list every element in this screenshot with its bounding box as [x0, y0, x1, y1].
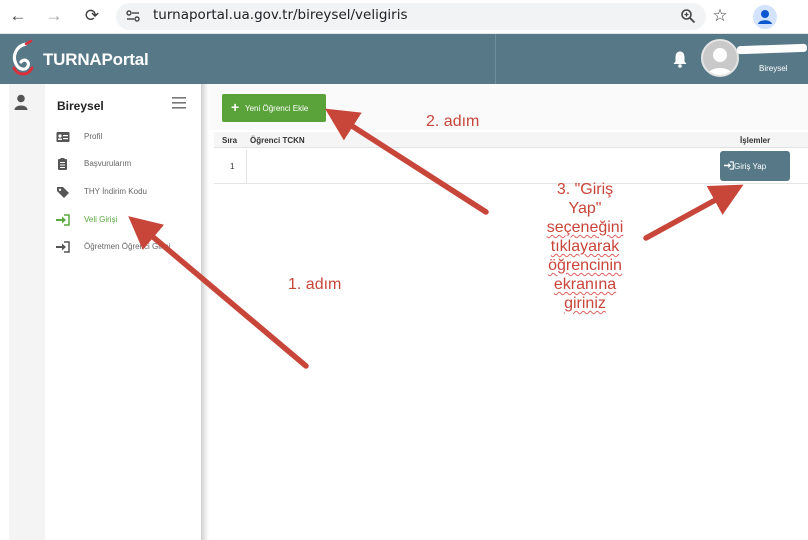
zoom-icon[interactable] [676, 4, 700, 28]
sidebar-item-label: THY İndirim Kodu [84, 187, 147, 196]
step3-line: Yap" [568, 200, 602, 217]
turna-logo-icon[interactable] [6, 38, 38, 80]
back-arrow-icon[interactable]: ← [6, 4, 30, 28]
user-icon[interactable] [14, 94, 28, 110]
avatar[interactable] [701, 39, 739, 77]
forward-arrow-icon[interactable]: → [42, 4, 66, 28]
step3-line: 3. "Giriş [556, 181, 614, 198]
column-header-sira: Sıra [222, 136, 238, 145]
step3-word: seçeneğini [546, 219, 624, 236]
browser-profile-icon[interactable] [753, 5, 777, 29]
header-divider [495, 34, 496, 84]
add-student-label: Yeni Öğrenci Ekle [245, 104, 309, 113]
sidebar-item-ogretmen-ogrenci-girisi[interactable]: Öğretmen Öğrenci Girişi [56, 240, 201, 256]
step2-label: 2. adım [426, 113, 480, 130]
column-divider [246, 150, 247, 184]
user-role-label: Bireysel [759, 64, 788, 73]
column-header-tckn: Öğrenci TCKN [250, 136, 305, 145]
sidebar [45, 84, 201, 540]
sidebar-item-label: Öğretmen Öğrenci Girişi [84, 242, 171, 251]
sidebar-divider [201, 84, 209, 540]
login-as-student-button[interactable]: Giriş Yap [720, 151, 790, 181]
brand-title[interactable]: TURNAPortal [43, 50, 149, 70]
url-text[interactable]: turnaportal.ua.gov.tr/bireysel/veligiris [153, 7, 408, 23]
sidebar-item-label: Veli Girişi [84, 215, 118, 224]
step1-label: 1. adım [288, 276, 342, 293]
step3-line: seçeneğini [524, 218, 646, 237]
sign-in-icon [56, 241, 70, 253]
column-header-islemler: İşlemler [740, 136, 771, 145]
arrow-step3 [643, 184, 744, 241]
sign-in-icon [56, 214, 70, 226]
step3-line: ekranına [524, 275, 646, 294]
step3-word: tıklayarak [550, 238, 620, 255]
sidebar-item-basvurularim[interactable]: Başvurularım [56, 157, 201, 173]
step3-line: öğrencinin [524, 256, 646, 275]
bell-icon[interactable] [672, 50, 688, 68]
login-button-label: Giriş Yap [734, 162, 767, 171]
id-card-icon [56, 132, 70, 142]
sign-in-icon [724, 161, 734, 170]
sidebar-item-veli-girisi[interactable]: Veli Girişi [56, 213, 201, 229]
tag-icon [57, 187, 69, 198]
sidebar-item-thy-indirim-kodu[interactable]: THY İndirim Kodu [56, 185, 201, 201]
table-row [214, 150, 808, 184]
sidebar-item-label: Profil [84, 132, 103, 141]
hamburger-menu-icon[interactable] [172, 97, 186, 109]
step3-line: tıklayarak [524, 237, 646, 256]
sidebar-title: Bireysel [57, 99, 104, 113]
table-header: Sıra Öğrenci TCKN İşlemler [214, 132, 808, 148]
plus-icon: + [231, 99, 240, 115]
add-student-button[interactable]: + Yeni Öğrenci Ekle [222, 94, 326, 122]
step3-line: giriniz [524, 294, 646, 313]
bookmark-star-icon[interactable]: ☆ [708, 4, 732, 28]
step3-label: 3. "Giriş Yap" seçeneğini tıklayarak öğr… [524, 180, 646, 313]
step3-word: ekranına [553, 276, 617, 293]
step3-word: giriniz [564, 295, 606, 312]
row-number: 1 [230, 162, 235, 171]
clipboard-icon [58, 158, 67, 170]
step3-word: öğrencinin [548, 257, 622, 274]
icon-rail [9, 84, 45, 540]
sidebar-item-profil[interactable]: Profil [56, 130, 201, 146]
reload-icon[interactable]: ⟳ [80, 4, 104, 28]
site-settings-icon[interactable] [126, 9, 140, 23]
sidebar-item-label: Başvurularım [84, 159, 132, 168]
